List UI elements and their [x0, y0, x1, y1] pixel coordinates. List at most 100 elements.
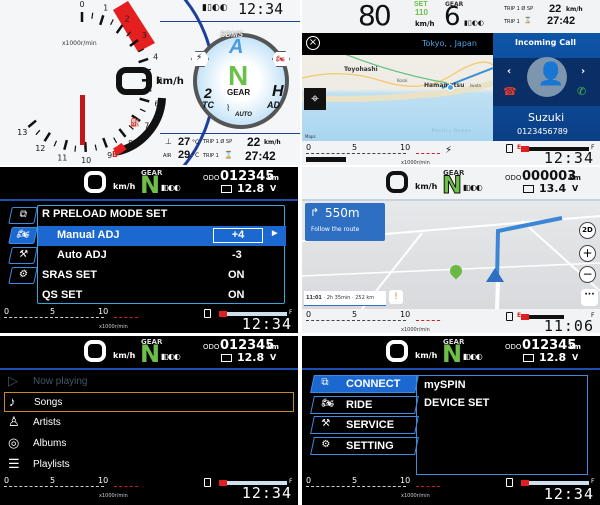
clock: 11:06 — [543, 317, 594, 333]
status-icons: ▮▯◐◐ — [464, 19, 484, 27]
menu-item-connect[interactable]: ⧉ CONNECT — [310, 375, 419, 393]
tach-tick — [102, 137, 108, 148]
rpm-label: 0 — [4, 476, 10, 485]
tab-setting[interactable]: ⚙ — [8, 267, 38, 284]
clock: 12:34 — [543, 149, 594, 165]
navigation-panel: km/h GEAR N ▮▯◐◐ ODO 000003 km 13.4 V ↱ … — [302, 167, 600, 333]
fuel-level — [219, 311, 227, 317]
fuel-level — [521, 146, 529, 152]
menu-row-auto-adj[interactable]: Auto ADJ -3 — [38, 246, 286, 266]
menu-row-sras-set[interactable]: SRAS SET ON — [38, 266, 286, 286]
air-label: AIR — [163, 153, 172, 159]
rpm-scale — [4, 486, 104, 487]
battery-icon — [221, 185, 232, 193]
tc-label: TC — [202, 100, 214, 110]
menu-item-ride[interactable]: 🏍 RIDE — [310, 396, 419, 414]
tach-tick — [115, 24, 124, 34]
divider — [0, 368, 298, 370]
tach-tick — [138, 57, 149, 64]
air-temp: 29 — [178, 149, 191, 161]
map-city-label: Toyohashi — [344, 66, 378, 73]
caller-name: Suzuki — [528, 111, 565, 124]
turn-distance: 550m — [325, 206, 360, 220]
status-icons: ▮▯◐◐ — [463, 352, 483, 361]
speed-display — [386, 171, 408, 193]
turn-instruction-card: ↱ 550m Follow the route — [305, 203, 385, 241]
caller-number: 0123456789 — [517, 127, 568, 136]
status-icons: ▮▯◐◐ — [202, 3, 228, 13]
tab-connect[interactable]: ⧉ — [8, 207, 38, 224]
ad-label: AD — [267, 100, 280, 110]
tab-service[interactable]: ⚒ — [8, 247, 38, 264]
status-icons: ▮▯◐◐ — [161, 352, 181, 361]
rpm-unit: x1000r/min — [99, 493, 128, 499]
odo-label: ODO — [505, 174, 522, 182]
odo-label: ODO — [505, 343, 522, 351]
submenu-item-device-set[interactable]: DEVICE SET — [424, 397, 489, 409]
recenter-icon[interactable]: ⌖ — [304, 88, 326, 110]
battery-icon — [221, 354, 232, 362]
tc-value: 2 — [204, 85, 212, 101]
map-city-label: Kosai — [397, 78, 408, 83]
accept-call-button[interactable]: ✆ — [577, 85, 586, 98]
rpm-label: 10 — [400, 143, 411, 152]
tach-label: 11 — [57, 153, 67, 162]
more-options-button[interactable]: ··· — [581, 289, 598, 306]
odo-label: ODO — [203, 174, 220, 182]
rpm-scale — [306, 320, 406, 321]
rpm-scale — [4, 317, 104, 318]
motorcycle-icon: 🏍 — [15, 229, 31, 240]
menu-item-setting[interactable]: ⚙ SETTING — [310, 437, 419, 455]
odo-unit: km — [267, 343, 279, 351]
next-arrow-icon[interactable]: › — [581, 66, 585, 77]
voltage: 12.8 — [539, 351, 567, 364]
zoom-out-button[interactable]: − — [579, 266, 596, 283]
motorcycle-icon: 🏍 — [321, 398, 335, 409]
trip-speed-unit: km/h — [566, 6, 583, 13]
decline-call-button[interactable]: ☎ — [503, 85, 517, 98]
rpm-label: 0 — [306, 310, 312, 319]
divider — [0, 199, 298, 201]
tab-ride[interactable]: 🏍 — [8, 227, 38, 244]
menu-label: CONNECT — [346, 378, 401, 390]
tach-tick — [118, 128, 127, 138]
fuel-empty-label: E — [112, 150, 118, 159]
tach-label: 1 — [103, 4, 108, 13]
voltage: 12.8 — [237, 182, 265, 195]
list-item-artists[interactable]: ♙ Artists — [4, 413, 294, 433]
status-icons: ▮▯◐◐ — [161, 183, 181, 192]
close-icon[interactable]: × — [306, 36, 320, 50]
list-item-now-playing[interactable]: ▷ Now playing — [4, 372, 294, 392]
speed-unit: km/h — [415, 351, 438, 360]
rpm-label: 5 — [50, 476, 56, 485]
speed-display — [84, 171, 106, 193]
map-attribution: Maps — [305, 134, 316, 139]
trip-speed: 22 — [549, 3, 562, 15]
prev-arrow-icon[interactable]: ‹ — [507, 66, 511, 77]
menu-row-qs-set[interactable]: QS SET ON — [38, 286, 286, 306]
tach-tick — [83, 141, 88, 152]
rpm-label: 10 — [400, 476, 411, 485]
list-item-playlists[interactable]: ☰ Playlists — [4, 455, 294, 475]
fuel-pump-icon — [204, 309, 211, 318]
voltage: 12.8 — [237, 351, 265, 364]
menu-item-service[interactable]: ⚒ SERVICE — [310, 416, 419, 434]
list-item-songs[interactable]: ♪ Songs — [4, 392, 294, 412]
play-circle-icon: ▷ — [8, 373, 18, 388]
alert-icon[interactable]: ! — [389, 290, 403, 304]
row-value[interactable]: +4 — [213, 228, 263, 243]
rpm-bar: 0 5 10 x1000r/min — [306, 476, 440, 499]
zoom-in-button[interactable]: + — [579, 245, 596, 262]
right-arrow-icon[interactable]: ▶ — [272, 229, 277, 237]
rpm-unit: x1000r/min — [401, 160, 430, 165]
odo-unit: km — [569, 174, 581, 182]
odo-label: ODO — [203, 343, 220, 351]
submenu-item-myspin[interactable]: mySPIN — [424, 379, 466, 391]
incoming-call-card: Incoming Call ‹ › 👤 ☎ ✆ Suzuki 012345678… — [493, 33, 600, 141]
trip-summary: 11:01 · 2h 35min · 252 km — [304, 291, 386, 306]
view-mode-button[interactable]: 2D — [579, 222, 596, 239]
list-item-albums[interactable]: ◎ Albums — [4, 434, 294, 454]
speed-display — [386, 340, 408, 362]
gear-indicator: N — [140, 171, 161, 199]
menu-row-manual-adj[interactable]: Manual ADJ +4 ▶ — [38, 226, 286, 246]
